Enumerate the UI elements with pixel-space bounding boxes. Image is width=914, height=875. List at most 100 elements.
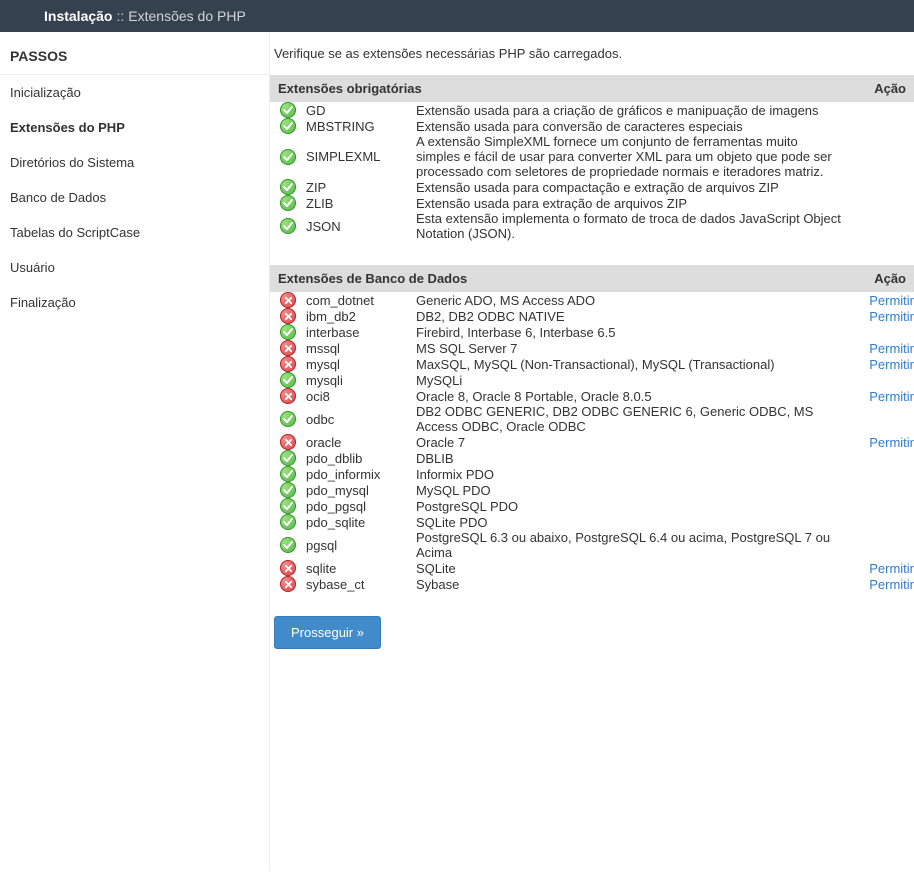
ext-action <box>844 118 914 134</box>
sidebar-step[interactable]: Finalização <box>0 285 269 320</box>
error-icon <box>280 388 296 404</box>
intro-text: Verifique se as extensões necessárias PH… <box>270 46 914 75</box>
sidebar-step[interactable]: Inicialização <box>0 75 269 110</box>
table-row: pdo_pgsqlPostgreSQL PDO <box>270 498 914 514</box>
ext-name: pdo_informix <box>306 466 416 482</box>
ext-action <box>844 498 914 514</box>
topbar: Instalação :: Extensões do PHP <box>0 0 914 32</box>
ext-desc: MS SQL Server 7 <box>416 340 844 356</box>
table-row: pdo_sqliteSQLite PDO <box>270 514 914 530</box>
section-header: Extensões obrigatóriasAção <box>270 75 914 102</box>
ext-action <box>844 134 914 179</box>
sidebar-step[interactable]: Extensões do PHP <box>0 110 269 145</box>
section-action-header: Ação <box>844 265 914 292</box>
ext-action <box>844 372 914 388</box>
ext-name: odbc <box>306 404 416 434</box>
allow-link[interactable]: Permitir <box>869 357 914 372</box>
check-icon <box>280 537 296 553</box>
status-cell <box>270 340 306 356</box>
sidebar-step[interactable]: Banco de Dados <box>0 180 269 215</box>
ext-name: pdo_sqlite <box>306 514 416 530</box>
ext-desc: Firebird, Interbase 6, Interbase 6.5 <box>416 324 844 340</box>
table-row: GDExtensão usada para a criação de gráfi… <box>270 102 914 118</box>
ext-desc: SQLite PDO <box>416 514 844 530</box>
ext-desc: Informix PDO <box>416 466 844 482</box>
status-cell <box>270 102 306 118</box>
ext-action: Permitir <box>844 576 914 592</box>
sidebar-step[interactable]: Diretórios do Sistema <box>0 145 269 180</box>
ext-desc: MaxSQL, MySQL (Non-Transactional), MySQL… <box>416 356 844 372</box>
error-icon <box>280 292 296 308</box>
extensions-table: Extensões obrigatóriasAçãoGDExtensão usa… <box>270 75 914 592</box>
allow-link[interactable]: Permitir <box>869 341 914 356</box>
ext-name: pdo_mysql <box>306 482 416 498</box>
allow-link[interactable]: Permitir <box>869 293 914 308</box>
check-icon <box>280 514 296 530</box>
status-cell <box>270 560 306 576</box>
error-icon <box>280 576 296 592</box>
table-row: pdo_dblibDBLIB <box>270 450 914 466</box>
ext-action: Permitir <box>844 560 914 576</box>
status-cell <box>270 514 306 530</box>
ext-action: Permitir <box>844 292 914 308</box>
topbar-separator: :: <box>116 8 124 24</box>
ext-action <box>844 466 914 482</box>
status-cell <box>270 324 306 340</box>
ext-desc: DBLIB <box>416 450 844 466</box>
sidebar-step[interactable]: Usuário <box>0 250 269 285</box>
status-cell <box>270 356 306 372</box>
check-icon <box>280 498 296 514</box>
ext-desc: Extensão usada para compactação e extraç… <box>416 179 844 195</box>
ext-name: oracle <box>306 434 416 450</box>
proceed-button[interactable]: Prosseguir » <box>274 616 381 649</box>
ext-name: SIMPLEXML <box>306 134 416 179</box>
ext-action <box>844 211 914 241</box>
status-cell <box>270 292 306 308</box>
ext-name: JSON <box>306 211 416 241</box>
table-row: oci8Oracle 8, Oracle 8 Portable, Oracle … <box>270 388 914 404</box>
table-row: sqliteSQLitePermitir <box>270 560 914 576</box>
ext-desc: PostgreSQL PDO <box>416 498 844 514</box>
ext-name: MBSTRING <box>306 118 416 134</box>
status-cell <box>270 466 306 482</box>
ext-action <box>844 324 914 340</box>
sidebar: PASSOS InicializaçãoExtensões do PHPDire… <box>0 32 270 871</box>
check-icon <box>280 149 296 165</box>
table-row: ibm_db2DB2, DB2 ODBC NATIVEPermitir <box>270 308 914 324</box>
table-row: mssqlMS SQL Server 7Permitir <box>270 340 914 356</box>
section-title: Extensões de Banco de Dados <box>270 265 844 292</box>
ext-desc: Generic ADO, MS Access ADO <box>416 292 844 308</box>
check-icon <box>280 102 296 118</box>
topbar-title-main: Instalação <box>44 8 112 24</box>
ext-desc: MySQL PDO <box>416 482 844 498</box>
table-row: interbaseFirebird, Interbase 6, Interbas… <box>270 324 914 340</box>
ext-action: Permitir <box>844 356 914 372</box>
check-icon <box>280 450 296 466</box>
ext-desc: DB2 ODBC GENERIC, DB2 ODBC GENERIC 6, Ge… <box>416 404 844 434</box>
table-row: MBSTRINGExtensão usada para conversão de… <box>270 118 914 134</box>
ext-name: ibm_db2 <box>306 308 416 324</box>
allow-link[interactable]: Permitir <box>869 577 914 592</box>
allow-link[interactable]: Permitir <box>869 389 914 404</box>
allow-link[interactable]: Permitir <box>869 435 914 450</box>
table-row: sybase_ctSybasePermitir <box>270 576 914 592</box>
status-cell <box>270 308 306 324</box>
check-icon <box>280 411 296 427</box>
status-cell <box>270 118 306 134</box>
ext-action <box>844 530 914 560</box>
ext-name: com_dotnet <box>306 292 416 308</box>
error-icon <box>280 356 296 372</box>
status-cell <box>270 134 306 179</box>
status-cell <box>270 179 306 195</box>
section-header: Extensões de Banco de DadosAção <box>270 265 914 292</box>
ext-name: sybase_ct <box>306 576 416 592</box>
table-row: mysqliMySQLi <box>270 372 914 388</box>
check-icon <box>280 179 296 195</box>
status-cell <box>270 482 306 498</box>
ext-desc: Oracle 8, Oracle 8 Portable, Oracle 8.0.… <box>416 388 844 404</box>
sidebar-step[interactable]: Tabelas do ScriptCase <box>0 215 269 250</box>
ext-desc: Esta extensão implementa o formato de tr… <box>416 211 844 241</box>
allow-link[interactable]: Permitir <box>869 561 914 576</box>
ext-name: sqlite <box>306 560 416 576</box>
allow-link[interactable]: Permitir <box>869 309 914 324</box>
